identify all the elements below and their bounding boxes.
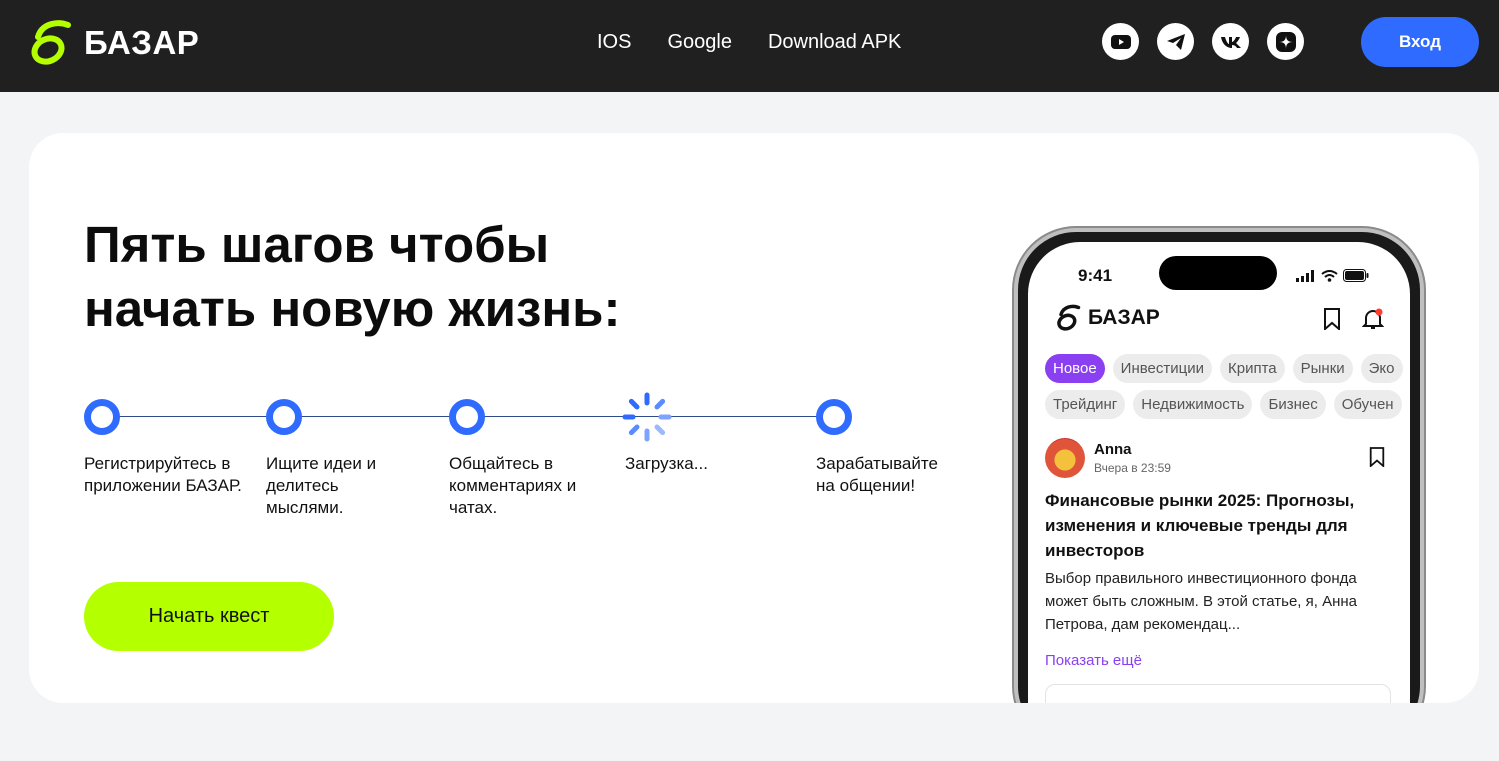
quest-card: Пять шагов чтобы начать новую жизнь: Рег… [29,133,1479,703]
title-line-1: Пять шагов чтобы [84,216,550,273]
vk-icon[interactable] [1212,23,1249,60]
chip-eco[interactable]: Эко [1360,354,1403,383]
category-chips-row-1: Новое Инвестиции Крипта Рынки Эко [1045,354,1410,383]
logo-text: БАЗАР [84,24,200,61]
step-5-label: Зарабатывайте на общении! [816,454,938,495]
phone-mockup: 9:41 БАЗАР Новое Инвестиции Крипта Рынки… [1014,228,1424,703]
dzen-icon[interactable] [1267,23,1304,60]
app-logo[interactable]: БАЗАР [1054,304,1160,332]
category-chips-row-2: Трейдинг Недвижимость Бизнес Обучен [1045,390,1410,419]
post-text: Выбор правильного инвестиционного фонда … [1045,570,1358,633]
telegram-icon[interactable] [1157,23,1194,60]
step-1-marker [84,399,120,435]
top-header: БАЗАР IOS Google Download APK Вход [0,0,1499,92]
app-header-actions [1322,308,1384,330]
social-links [1102,23,1304,60]
chip-new[interactable]: Новое [1045,354,1105,383]
nav-ios[interactable]: IOS [597,30,631,54]
step-4-label: Загрузка... [625,454,708,473]
battery-icon [1343,269,1369,282]
app-logo-icon [1057,304,1081,331]
author-name: Anna [1094,441,1132,458]
app-logo-text: БАЗАР [1088,306,1160,329]
post-bookmark-icon[interactable] [1368,447,1386,467]
step-2: Ищите идеи и делитесь мыслями. [266,399,376,517]
step-3-label: Общайтесь в комментариях и чатах. [449,454,577,517]
nav-google[interactable]: Google [667,30,732,54]
post-title[interactable]: Финансовые рынки 2025: Прогнозы, изменен… [1045,488,1390,563]
step-4: Загрузка... [622,392,708,473]
signal-icon [1296,269,1314,282]
chip-real-estate[interactable]: Недвижимость [1133,390,1253,419]
login-button[interactable]: Вход [1361,17,1479,67]
start-quest-button[interactable]: Начать квест [84,582,334,651]
bazar-logo[interactable]: БАЗАР [28,18,199,68]
post-time: Вчера в 23:59 [1094,461,1171,475]
title-line-2: начать новую жизнь: [84,280,621,337]
status-icons [1296,269,1369,282]
step-3-marker [449,399,485,435]
step-1: Регистрируйтесь в приложении БАЗАР. [84,399,242,495]
chip-markets[interactable]: Рынки [1292,354,1353,383]
page-title: Пять шагов чтобы начать новую жизнь: [84,213,704,341]
step-5-marker [816,399,852,435]
loading-spinner-icon [622,392,672,442]
phone-screen: 9:41 БАЗАР Новое Инвестиции Крипта Рынки… [1028,242,1410,703]
step-2-marker [266,399,302,435]
chip-education[interactable]: Обучен [1333,390,1402,419]
next-post-card [1045,684,1391,703]
dynamic-island [1159,256,1277,290]
bazar-logo-icon [31,20,71,65]
chip-business[interactable]: Бизнес [1260,390,1326,419]
bookmark-icon[interactable] [1322,308,1342,330]
chip-investments[interactable]: Инвестиции [1112,354,1212,383]
show-more-link[interactable]: Показать ещё [1045,652,1142,669]
step-3: Общайтесь в комментариях и чатах. [449,399,576,517]
step-5: Зарабатывайте на общении! [816,399,938,495]
youtube-icon[interactable] [1102,23,1139,60]
nav-download-apk[interactable]: Download APK [768,30,901,54]
avatar [1045,438,1085,478]
main-nav: IOS Google Download APK [597,30,937,54]
chip-crypto[interactable]: Крипта [1219,354,1285,383]
wifi-icon [1321,269,1338,282]
status-time: 9:41 [1078,266,1113,285]
step-2-label: Ищите идеи и делитесь мыслями. [266,454,377,517]
notification-bell-icon[interactable] [1362,308,1384,330]
post-author[interactable]: Anna Вчера в 23:59 [1045,438,1171,478]
step-1-label: Регистрируйтесь в приложении БАЗАР. [84,454,242,495]
chip-trading[interactable]: Трейдинг [1045,390,1126,419]
